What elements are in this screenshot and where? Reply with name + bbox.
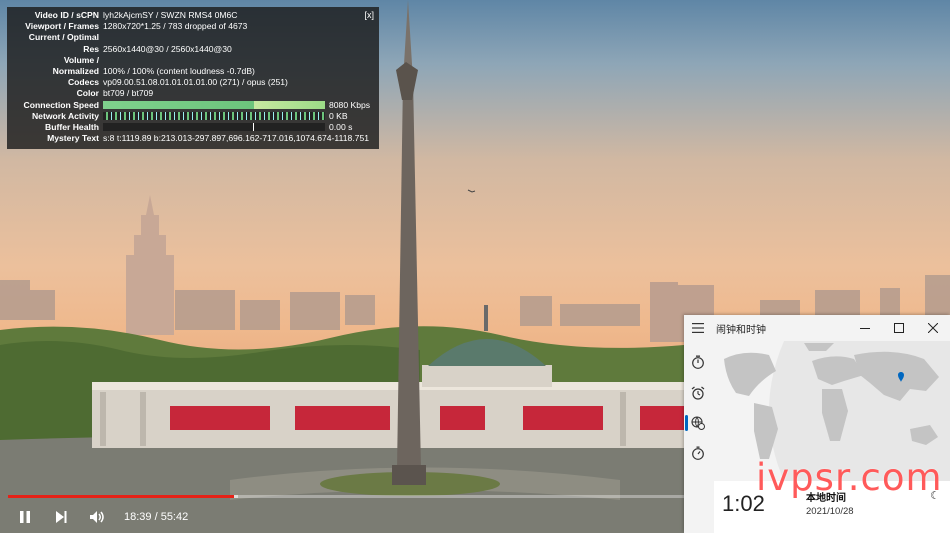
nav-world-clock[interactable] <box>690 415 706 431</box>
active-nav-indicator <box>685 415 688 431</box>
connection-speed-graph <box>103 101 325 110</box>
volume-button[interactable] <box>86 506 108 528</box>
stat-row: Color bt709 / bt709 <box>76 88 154 99</box>
network-activity-row: Network Activity 0 KB <box>31 110 348 121</box>
volume-icon <box>90 510 104 523</box>
stat-row: Viewport / Frames 1280x720*1.25 / 783 dro… <box>25 21 248 32</box>
skip-next-icon <box>56 510 67 523</box>
hamburger-menu-button[interactable] <box>684 315 712 341</box>
alarms-clock-window: 闹钟和时钟 1:02 本地时间 2021/10/28 ☾ <box>684 315 950 533</box>
time-display: 18:39 / 55:42 <box>124 510 189 523</box>
player-controls: 18:39 / 55:42 <box>0 500 684 533</box>
minimize-button[interactable] <box>848 315 882 341</box>
local-date: 2021/10/28 <box>806 506 854 517</box>
site-watermark: ivpsr.com <box>756 456 943 499</box>
stopwatch-icon <box>692 446 704 460</box>
alarm-icon <box>691 386 705 400</box>
timer-icon <box>692 355 704 369</box>
stat-row: Video ID / sCPN lyh2kAjcmSY / SWZN RMS4 0… <box>34 10 238 20</box>
clock-nav-sidebar <box>684 341 712 533</box>
hamburger-icon <box>692 323 704 333</box>
mystery-text-row: Mystery Text s:8 t:1119.89 b:213.013-297.… <box>47 133 369 144</box>
network-activity-graph <box>103 112 325 121</box>
stat-row: Codecs vp09.00.51.08.01.01.01.01.00 (271)… <box>67 77 288 88</box>
minimize-icon <box>860 328 870 329</box>
stat-row: Normalized 100% / 100% (content loudness … <box>52 65 255 76</box>
pause-icon <box>20 510 30 523</box>
window-title: 闹钟和时钟 <box>716 324 766 336</box>
next-button[interactable] <box>50 506 72 528</box>
stat-row: Volume / <box>63 54 99 65</box>
close-icon <box>928 323 938 333</box>
seek-bar[interactable] <box>8 495 684 498</box>
nav-alarm[interactable] <box>690 385 706 401</box>
maximize-button[interactable] <box>882 315 916 341</box>
pause-button[interactable] <box>14 506 36 528</box>
connection-speed-row: Connection Speed 8080 Kbps <box>23 99 371 110</box>
stats-for-nerds-panel: [x] Video ID / sCPN lyh2kAjcmSY / SWZN RM… <box>7 7 379 149</box>
stat-row: Res 2560x1440@30 / 2560x1440@30 <box>83 43 232 54</box>
nav-timer[interactable] <box>690 354 706 370</box>
maximize-icon <box>894 323 904 333</box>
world-clock-icon <box>691 416 705 430</box>
stat-row: Current / Optimal <box>28 32 99 43</box>
window-titlebar: 闹钟和时钟 <box>684 315 950 341</box>
nav-stopwatch[interactable] <box>690 445 706 461</box>
buffer-health-row: Buffer Health 0.00 s <box>45 121 353 132</box>
close-window-button[interactable] <box>916 315 950 341</box>
close-stats-button[interactable]: [x] <box>364 10 374 20</box>
buffer-health-graph <box>103 123 325 132</box>
played-progress <box>8 495 235 498</box>
